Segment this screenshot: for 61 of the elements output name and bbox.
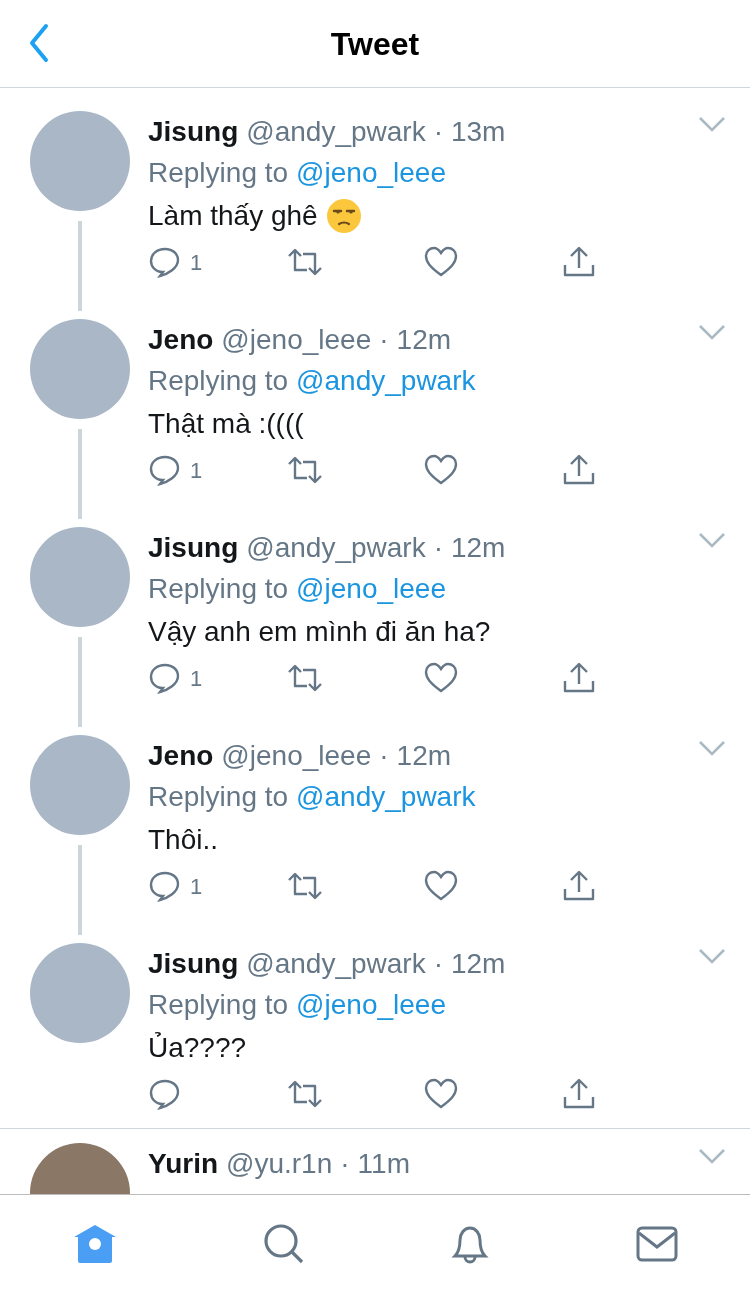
replying-label: Replying to — [148, 780, 289, 814]
reply-icon[interactable] — [148, 245, 182, 279]
tweet-text: Thôi.. — [148, 823, 219, 857]
author-handle: @andy_pwark — [246, 947, 426, 981]
reply-count: 1 — [190, 872, 203, 901]
heart-icon[interactable] — [424, 662, 458, 694]
tweet-time: 12m — [450, 531, 506, 565]
tweet-text: Ủa???? — [148, 1031, 247, 1065]
author-name: Jisung — [148, 115, 239, 149]
mention-link[interactable]: @andy_pwark — [296, 777, 476, 817]
reply-count: 1 — [190, 664, 203, 693]
author-handle: @andy_pwark — [246, 531, 426, 565]
share-icon[interactable] — [562, 1077, 596, 1111]
tweet-text: Làm thấy ghê — [148, 199, 318, 233]
replying-label: Replying to — [148, 572, 289, 606]
author-handle: @jeno_leee — [221, 739, 372, 773]
reply-icon[interactable] — [148, 661, 182, 695]
separator-dot: · — [379, 323, 389, 357]
tweet-time: 12m — [396, 739, 452, 773]
heart-icon[interactable] — [424, 1078, 458, 1110]
mention-link[interactable]: @andy_pwark — [296, 361, 476, 401]
heart-icon[interactable] — [424, 454, 458, 486]
mention-link[interactable]: @jeno_leee — [296, 985, 446, 1025]
share-icon[interactable] — [562, 453, 596, 487]
separator-dot: · — [433, 947, 443, 981]
reply-count: 1 — [190, 248, 203, 277]
author-name: Jisung — [148, 531, 239, 565]
tweet-time: 13m — [450, 115, 506, 149]
heart-icon[interactable] — [424, 870, 458, 902]
tweet-text: Vậy anh em mình đi ăn ha? — [148, 615, 491, 649]
share-icon[interactable] — [562, 245, 596, 279]
tweet-time: 11m — [357, 1147, 410, 1181]
author-name: Jeno — [148, 323, 214, 357]
author-handle: @yu.r1n — [226, 1147, 333, 1181]
mail-icon[interactable] — [635, 1225, 678, 1263]
replying-label: Replying to — [148, 364, 289, 398]
tweet-time: 12m — [450, 947, 506, 981]
tweet-text: Thật mà :(((( — [148, 407, 304, 441]
reply-icon[interactable] — [148, 453, 182, 487]
author-name: Jisung — [148, 947, 239, 981]
heart-icon[interactable] — [424, 246, 458, 278]
tweet-time: 12m — [396, 323, 452, 357]
author-handle: @andy_pwark — [246, 115, 426, 149]
page-title: Tweet — [330, 24, 420, 64]
mention-link[interactable]: @jeno_leee — [296, 153, 446, 193]
mention-link[interactable]: @jeno_leee — [296, 569, 446, 609]
separator-dot: · — [379, 739, 389, 773]
separator-dot: · — [340, 1147, 350, 1181]
replying-label: Replying to — [148, 156, 289, 190]
separator-dot: · — [433, 115, 443, 149]
separator-dot: · — [433, 531, 443, 565]
reply-count: 1 — [190, 456, 203, 485]
author-name: Jeno — [148, 739, 214, 773]
reply-icon[interactable] — [148, 869, 182, 903]
search-icon[interactable] — [262, 1223, 305, 1265]
author-handle: @jeno_leee — [221, 323, 372, 357]
share-icon[interactable] — [562, 661, 596, 695]
author-name: Yurin — [148, 1147, 218, 1181]
replying-label: Replying to — [148, 988, 289, 1022]
reply-icon[interactable] — [148, 1077, 182, 1111]
share-icon[interactable] — [562, 869, 596, 903]
